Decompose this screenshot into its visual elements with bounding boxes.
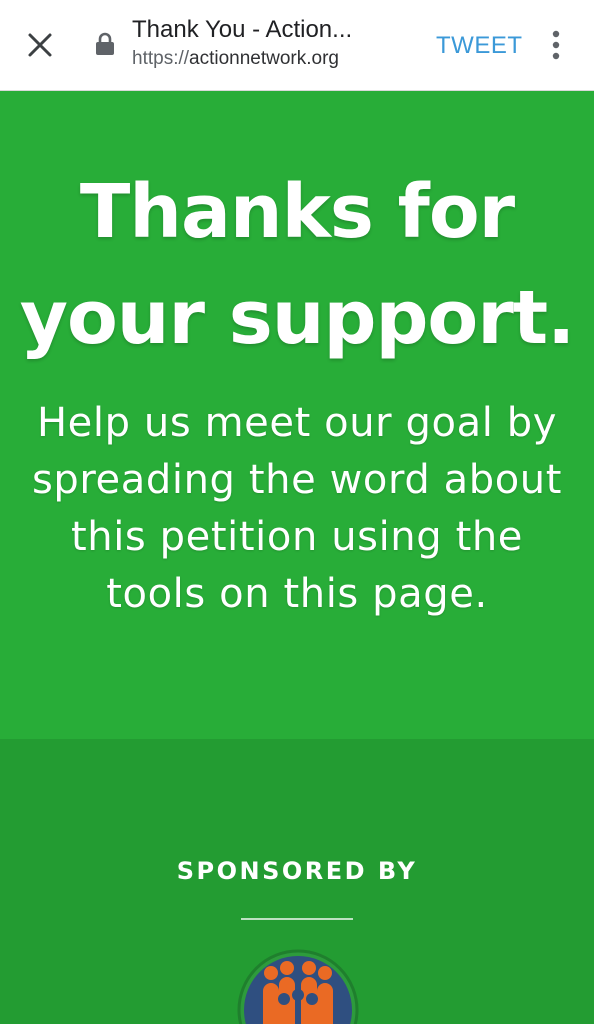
thank-you-hero: Thanks for your support. Help us meet ou… xyxy=(0,91,594,739)
browser-toolbar: Thank You - Action... https://actionnetw… xyxy=(0,0,594,91)
url-scheme: https:// xyxy=(132,48,190,69)
hero-title: Thanks for your support. xyxy=(0,159,594,371)
more-vert-icon xyxy=(552,30,560,60)
close-button[interactable] xyxy=(20,25,60,65)
close-icon xyxy=(28,33,52,57)
hero-message: Help us meet our goal by spreading the w… xyxy=(31,400,563,617)
page-title: Thank You - Action... xyxy=(132,16,353,43)
url-host: actionnetwork.org xyxy=(189,48,339,69)
sponsored-by-label: SPONSORED BY xyxy=(176,857,418,885)
hero-title-line-2: your support. xyxy=(19,275,576,361)
address-info[interactable]: Thank You - Action... https://actionnetw… xyxy=(132,14,412,72)
more-options-button[interactable] xyxy=(542,25,570,65)
sponsor-divider xyxy=(241,918,353,920)
people-group-logo-icon[interactable] xyxy=(237,949,359,1024)
hero-title-line-1: Thanks for xyxy=(79,169,515,255)
sponsor-section: SPONSORED BY xyxy=(0,739,594,1024)
lock-icon xyxy=(96,32,114,55)
url-display: https://actionnetwork.org xyxy=(132,46,412,72)
tweet-button[interactable]: TWEET xyxy=(436,32,523,60)
